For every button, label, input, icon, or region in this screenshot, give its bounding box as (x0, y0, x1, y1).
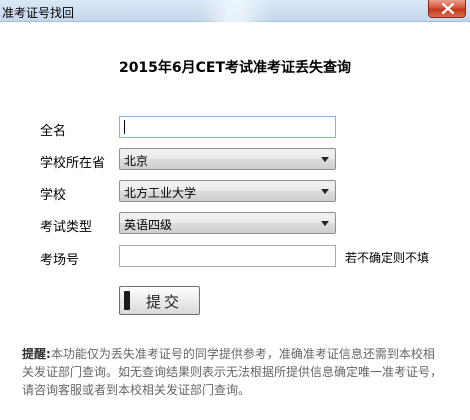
name-label: 全名 (40, 124, 67, 139)
exam-type-selected-value: 英语四级 (124, 218, 173, 232)
name-row: 全名 (40, 116, 440, 140)
exam-type-label: 考试类型 (40, 220, 93, 235)
window-titlebar[interactable]: 准考证号找回 (0, 0, 470, 22)
close-icon (442, 3, 454, 14)
province-select[interactable]: 北京 (119, 148, 336, 170)
exam-room-label: 考场号 (40, 253, 80, 268)
submit-button-label: 提交 (146, 293, 183, 311)
exam-type-select[interactable]: 英语四级 (119, 212, 336, 234)
notice-label: 提醒: (22, 347, 51, 361)
exam-room-row: 考场号 若不确定则不填 (40, 245, 440, 269)
page-title: 2015年6月CET考试准考证丢失查询 (118, 60, 352, 76)
school-selected-value: 北方工业大学 (124, 186, 197, 200)
text-caret (124, 120, 125, 134)
submit-button[interactable]: 提交 (119, 286, 200, 315)
province-label: 学校所在省 (40, 156, 106, 171)
chevron-down-icon (321, 221, 329, 226)
close-button[interactable] (428, 0, 466, 18)
button-grip (124, 291, 130, 310)
province-row: 学校所在省 北京 (40, 148, 440, 172)
chevron-down-icon (321, 189, 329, 194)
chevron-down-icon (321, 157, 329, 162)
school-label: 学校 (40, 188, 67, 203)
exam-type-row: 考试类型 英语四级 (40, 212, 440, 236)
exam-room-input[interactable] (119, 245, 336, 267)
exam-room-hint: 若不确定则不填 (345, 251, 430, 265)
school-row: 学校 北方工业大学 (40, 180, 440, 204)
window-title: 准考证号找回 (2, 6, 75, 20)
notice-text: 本功能仅为丢失准考证号的同学提供参考，准确准考证信息还需到本校相关发证部门查询。… (22, 347, 443, 397)
school-select[interactable]: 北方工业大学 (119, 180, 336, 202)
province-selected-value: 北京 (124, 154, 149, 168)
titlebar-glow (200, 0, 270, 22)
name-input[interactable] (119, 116, 336, 138)
notice: 提醒:本功能仅为丢失准考证号的同学提供参考，准确准考证信息还需到本校相关发证部门… (22, 345, 442, 399)
